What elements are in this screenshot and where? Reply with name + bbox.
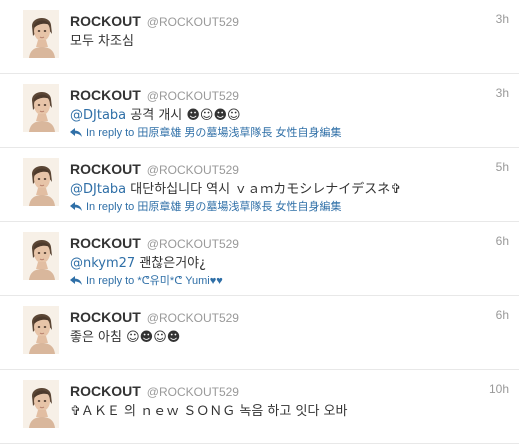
- avatar-portrait-icon: [23, 158, 59, 206]
- user-name[interactable]: ROCKOUT: [70, 235, 141, 251]
- user-name[interactable]: ROCKOUT: [70, 87, 141, 103]
- tweet-text: ✞ＡＫＥ 의 ｎｅｗ ＳＯＮＧ 녹음 하고 잇다 오바: [70, 400, 509, 419]
- user-handle[interactable]: @ROCKOUT529: [147, 311, 239, 325]
- user-handle[interactable]: @ROCKOUT529: [147, 163, 239, 177]
- reply-target[interactable]: *ᕦ유미*ᕦ Yumi♥♥: [137, 275, 222, 287]
- user-handle[interactable]: @ROCKOUT529: [147, 385, 239, 399]
- tweet-timestamp[interactable]: 6h: [496, 234, 509, 248]
- tweet-header: ROCKOUT @ROCKOUT529 3h: [70, 85, 509, 103]
- tweet-body: 대단하십니다 역시 ｖａｍカモシレナイデスネ✞: [126, 182, 402, 197]
- tweet-body: 공격 개시 ☻☺☻☺: [126, 108, 241, 123]
- reply-prefix: In reply to: [86, 127, 135, 139]
- avatar[interactable]: [23, 10, 59, 58]
- mention-link[interactable]: @nkym27: [70, 256, 135, 271]
- tweet-timestamp[interactable]: 6h: [496, 308, 509, 322]
- avatar-portrait-icon: [23, 232, 59, 280]
- user-name[interactable]: ROCKOUT: [70, 383, 141, 399]
- tweet-header: ROCKOUT @ROCKOUT529 5h: [70, 159, 509, 177]
- tweet-body: 모두 차조심: [70, 34, 134, 49]
- avatar[interactable]: [23, 158, 59, 206]
- reply-arrow-icon: [70, 128, 82, 137]
- avatar[interactable]: [23, 84, 59, 132]
- tweet[interactable]: ROCKOUT @ROCKOUT529 3h @DJtaba 공격 개시 ☻☺☻☺…: [0, 74, 519, 148]
- tweet-timestamp[interactable]: 5h: [496, 160, 509, 174]
- mention-link[interactable]: @DJtaba: [70, 108, 126, 123]
- user-name[interactable]: ROCKOUT: [70, 309, 141, 325]
- tweet[interactable]: ROCKOUT @ROCKOUT529 6h @nkym27 괜찮은거야¿ In …: [0, 222, 519, 296]
- in-reply-to-link[interactable]: In reply to 田原章雄 男の墓場浅草隊長 女性自身編集: [70, 198, 342, 214]
- tweet-timestamp[interactable]: 3h: [496, 86, 509, 100]
- tweet-text: 좋은 아침 ☺☻☺☻: [70, 326, 509, 345]
- tweet-timeline: ROCKOUT @ROCKOUT529 3h 모두 차조심 ROCKOUT @ROC…: [0, 0, 519, 444]
- user-handle[interactable]: @ROCKOUT529: [147, 15, 239, 29]
- reply-arrow-icon: [70, 202, 82, 211]
- tweet-timestamp[interactable]: 3h: [496, 12, 509, 26]
- tweet-header: ROCKOUT @ROCKOUT529 10h: [70, 381, 509, 399]
- reply-arrow-icon: [70, 276, 82, 285]
- tweet-header: ROCKOUT @ROCKOUT529 6h: [70, 307, 509, 325]
- reply-prefix: In reply to: [86, 201, 135, 213]
- tweet-body: 좋은 아침 ☺☻☺☻: [70, 330, 181, 345]
- user-name[interactable]: ROCKOUT: [70, 13, 141, 29]
- tweet[interactable]: ROCKOUT @ROCKOUT529 5h @DJtaba 대단하십니다 역시 …: [0, 148, 519, 222]
- tweet-header: ROCKOUT @ROCKOUT529 3h: [70, 11, 509, 29]
- tweet[interactable]: ROCKOUT @ROCKOUT529 6h 좋은 아침 ☺☻☺☻: [0, 296, 519, 370]
- tweet-header: ROCKOUT @ROCKOUT529 6h: [70, 233, 509, 251]
- tweet-body: ✞ＡＫＥ 의 ｎｅｗ ＳＯＮＧ 녹음 하고 잇다 오바: [70, 404, 348, 419]
- tweet[interactable]: ROCKOUT @ROCKOUT529 3h 모두 차조심: [0, 0, 519, 74]
- tweet-text: @DJtaba 공격 개시 ☻☺☻☺: [70, 104, 509, 123]
- avatar-portrait-icon: [23, 84, 59, 132]
- in-reply-to-link[interactable]: In reply to *ᕦ유미*ᕦ Yumi♥♥: [70, 272, 223, 288]
- mention-link[interactable]: @DJtaba: [70, 182, 126, 197]
- reply-prefix: In reply to: [86, 275, 135, 287]
- avatar[interactable]: [23, 232, 59, 280]
- tweet[interactable]: ROCKOUT @ROCKOUT529 10h ✞ＡＫＥ 의 ｎｅｗ ＳＯＮＧ 녹…: [0, 370, 519, 444]
- avatar-portrait-icon: [23, 10, 59, 58]
- user-name[interactable]: ROCKOUT: [70, 161, 141, 177]
- tweet-text: @nkym27 괜찮은거야¿: [70, 252, 509, 271]
- avatar-portrait-icon: [23, 380, 59, 428]
- avatar[interactable]: [23, 380, 59, 428]
- in-reply-to-link[interactable]: In reply to 田原章雄 男の墓場浅草隊長 女性自身編集: [70, 124, 342, 140]
- reply-target[interactable]: 田原章雄 男の墓場浅草隊長 女性自身編集: [137, 127, 341, 139]
- avatar-portrait-icon: [23, 306, 59, 354]
- tweet-body: 괜찮은거야¿: [135, 256, 207, 271]
- reply-target[interactable]: 田原章雄 男の墓場浅草隊長 女性自身編集: [137, 201, 341, 213]
- tweet-text: @DJtaba 대단하십니다 역시 ｖａｍカモシレナイデスネ✞: [70, 178, 509, 197]
- avatar[interactable]: [23, 306, 59, 354]
- tweet-text: 모두 차조심: [70, 30, 509, 49]
- tweet-timestamp[interactable]: 10h: [489, 382, 509, 396]
- user-handle[interactable]: @ROCKOUT529: [147, 237, 239, 251]
- user-handle[interactable]: @ROCKOUT529: [147, 89, 239, 103]
